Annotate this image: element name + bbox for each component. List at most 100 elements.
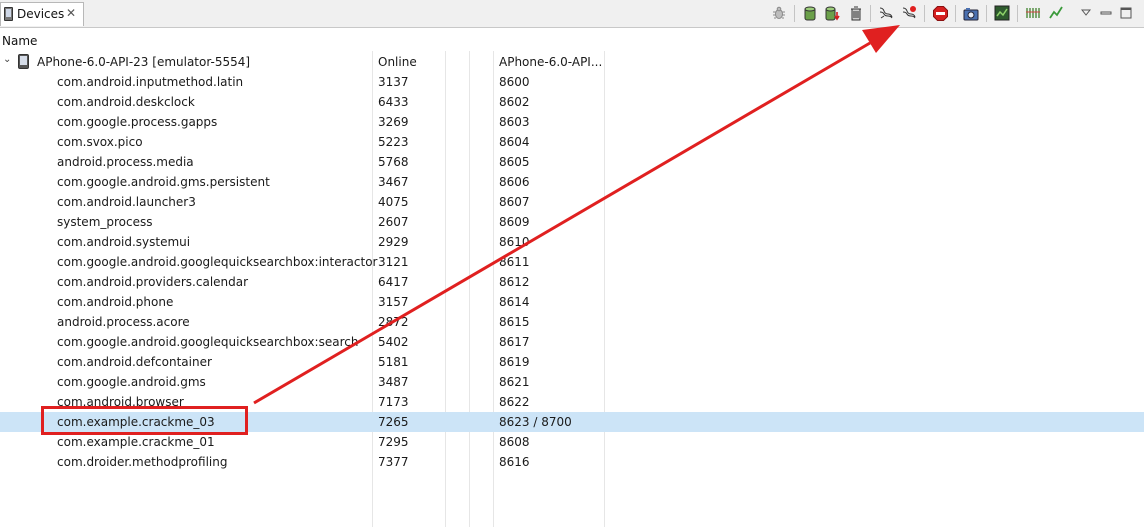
process-pid: 7377 xyxy=(378,455,409,469)
process-port: 8615 xyxy=(499,315,530,329)
toolbar-separator xyxy=(924,5,925,22)
process-row[interactable]: com.google.android.googlequicksearchbox:… xyxy=(0,252,1144,272)
table-header: Name xyxy=(0,28,1144,51)
process-name: com.android.deskclock xyxy=(57,95,195,109)
process-row[interactable]: com.google.process.gapps 3269 8603 xyxy=(0,112,1144,132)
process-name: com.android.inputmethod.latin xyxy=(57,75,244,89)
process-name: com.google.android.googlequicksearchbox:… xyxy=(57,255,378,269)
process-port: 8603 xyxy=(499,115,530,129)
process-pid: 6433 xyxy=(378,95,409,109)
process-port: 8617 xyxy=(499,335,530,349)
process-pid: 3467 xyxy=(378,175,409,189)
process-row[interactable]: com.example.crackme_01 7295 8608 xyxy=(0,432,1144,452)
annotation-highlight-box xyxy=(41,406,248,435)
process-port: 8619 xyxy=(499,355,530,369)
device-status: Online xyxy=(378,55,417,69)
process-name: com.android.providers.calendar xyxy=(57,275,249,289)
process-pid: 7265 xyxy=(378,415,409,429)
process-port: 8621 xyxy=(499,375,530,389)
process-pid: 7295 xyxy=(378,435,409,449)
process-pid: 3121 xyxy=(378,255,409,269)
trash-icon[interactable] xyxy=(848,5,864,21)
update-heap-icon[interactable] xyxy=(802,5,818,21)
process-row[interactable]: com.android.defcontainer 5181 8619 xyxy=(0,352,1144,372)
toolbar-separator xyxy=(955,5,956,22)
process-name: com.android.defcontainer xyxy=(57,355,212,369)
toolbar-separator xyxy=(1017,5,1018,22)
process-row[interactable]: com.android.launcher3 4075 8607 xyxy=(0,192,1144,212)
view-menu-icon[interactable] xyxy=(1078,5,1094,21)
opengl-trace-icon[interactable] xyxy=(1025,5,1041,21)
process-port: 8602 xyxy=(499,95,530,109)
process-pid: 3137 xyxy=(378,75,409,89)
process-row[interactable]: com.android.providers.calendar 6417 8612 xyxy=(0,272,1144,292)
maximize-icon[interactable] xyxy=(1118,5,1134,21)
process-name: android.process.acore xyxy=(57,315,190,329)
hierarchy-icon[interactable] xyxy=(1048,5,1064,21)
process-name: com.example.crackme_01 xyxy=(57,435,215,449)
process-name: com.google.process.gapps xyxy=(57,115,218,129)
systrace-icon[interactable] xyxy=(994,5,1010,21)
process-name: system_process xyxy=(57,215,153,229)
process-port: 8608 xyxy=(499,435,530,449)
process-row[interactable]: system_process 2607 8609 xyxy=(0,212,1144,232)
process-row[interactable]: com.droider.methodprofiling 7377 8616 xyxy=(0,452,1144,472)
process-row[interactable]: android.process.media 5768 8605 xyxy=(0,152,1144,172)
process-pid: 7173 xyxy=(378,395,409,409)
process-port: 8611 xyxy=(499,255,530,269)
process-name: com.android.phone xyxy=(57,295,174,309)
chevron-down-icon[interactable]: ⌄ xyxy=(3,54,11,65)
process-pid: 2929 xyxy=(378,235,409,249)
process-row[interactable]: com.google.android.gms 3487 8621 xyxy=(0,372,1144,392)
device-row[interactable]: ⌄ APhone-6.0-API-23 [emulator-5554] Onli… xyxy=(0,52,1144,72)
minimize-icon[interactable] xyxy=(1098,5,1114,21)
process-row[interactable]: android.process.acore 2872 8615 xyxy=(0,312,1144,332)
stop-icon[interactable] xyxy=(932,5,948,21)
process-port: 8616 xyxy=(499,455,530,469)
camera-icon[interactable] xyxy=(963,5,979,21)
process-port: 8623 / 8700 xyxy=(499,415,572,429)
process-row[interactable]: com.android.inputmethod.latin 3137 8600 xyxy=(0,72,1144,92)
process-pid: 3487 xyxy=(378,375,409,389)
close-icon[interactable]: ✕ xyxy=(66,6,76,20)
toolbar-separator xyxy=(986,5,987,22)
process-pid: 2872 xyxy=(378,315,409,329)
view-tab-bar: Devices ✕ xyxy=(0,0,1144,28)
process-pid: 6417 xyxy=(378,275,409,289)
process-port: 8612 xyxy=(499,275,530,289)
method-profiling-icon[interactable] xyxy=(901,5,917,21)
process-row[interactable]: com.google.android.googlequicksearchbox:… xyxy=(0,332,1144,352)
column-header-name[interactable]: Name xyxy=(2,34,37,48)
process-row[interactable]: com.android.systemui 2929 8610 xyxy=(0,232,1144,252)
process-pid: 4075 xyxy=(378,195,409,209)
process-name: com.svox.pico xyxy=(57,135,143,149)
process-row[interactable]: com.android.phone 3157 8614 xyxy=(0,292,1144,312)
device-name: APhone-6.0-API-23 [emulator-5554] xyxy=(37,55,251,69)
process-pid: 5181 xyxy=(378,355,409,369)
process-port: 8614 xyxy=(499,295,530,309)
device-serial: APhone-6.0-API... xyxy=(499,55,603,69)
process-row[interactable]: com.google.android.gms.persistent 3467 860… xyxy=(0,172,1144,192)
process-port: 8609 xyxy=(499,215,530,229)
process-row[interactable]: com.svox.pico 5223 8604 xyxy=(0,132,1144,152)
process-name: com.google.android.gms.persistent xyxy=(57,175,270,189)
process-pid: 3157 xyxy=(378,295,409,309)
process-name: com.google.android.googlequicksearchbox:… xyxy=(57,335,359,349)
toolbar-separator xyxy=(870,5,871,22)
tab-devices[interactable]: Devices ✕ xyxy=(0,2,84,26)
tab-title: Devices xyxy=(17,7,65,21)
process-pid: 3269 xyxy=(378,115,409,129)
process-port: 8610 xyxy=(499,235,530,249)
process-name: android.process.media xyxy=(57,155,194,169)
process-pid: 2607 xyxy=(378,215,409,229)
update-threads-icon[interactable] xyxy=(878,5,894,21)
process-port: 8604 xyxy=(499,135,530,149)
phone-icon xyxy=(18,54,29,69)
process-port: 8622 xyxy=(499,395,530,409)
process-port: 8606 xyxy=(499,175,530,189)
debug-icon[interactable] xyxy=(771,5,787,21)
process-row[interactable]: com.android.deskclock 6433 8602 xyxy=(0,92,1144,112)
process-port: 8605 xyxy=(499,155,530,169)
dump-hprof-icon[interactable] xyxy=(825,5,841,21)
toolbar-separator xyxy=(794,5,795,22)
